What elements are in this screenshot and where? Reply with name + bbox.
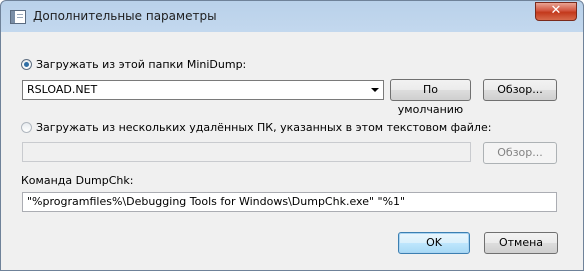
close-button[interactable]: ✕ (535, 2, 577, 21)
remote-option[interactable]: Загружать из нескольких удалённых ПК, ук… (21, 121, 491, 134)
remote-option-label: Загружать из нескольких удалённых ПК, ук… (36, 121, 492, 134)
minidump-option-label: Загружать из этой папки MiniDump: (36, 58, 247, 71)
remote-browse-button[interactable]: Обзор... (483, 142, 557, 164)
dumpchk-command-field[interactable]: "%programfiles%\Debugging Tools for Wind… (22, 192, 557, 212)
dialog-window: Дополнительные параметры ✕ Загружать из … (0, 0, 584, 271)
window-icon (10, 10, 26, 24)
dialog-content: Загружать из этой папки MiniDump: RSLOAD… (9, 32, 575, 261)
minidump-radio[interactable] (21, 59, 32, 70)
dumpchk-label: Команда DumpChk: (21, 174, 134, 187)
minidump-folder-value: RSLOAD.NET (27, 83, 98, 96)
title-bar[interactable]: Дополнительные параметры ✕ (1, 1, 583, 32)
chevron-down-icon[interactable] (371, 88, 379, 92)
default-folder-button[interactable]: По умолчанию (390, 79, 471, 116)
cancel-button[interactable]: Отмена (484, 232, 558, 254)
window-title: Дополнительные параметры (33, 9, 217, 23)
minidump-folder-combobox[interactable]: RSLOAD.NET (22, 80, 384, 100)
remote-file-field[interactable] (22, 142, 471, 162)
remote-radio[interactable] (21, 122, 32, 133)
ok-button[interactable]: OK (398, 232, 470, 254)
minidump-option[interactable]: Загружать из этой папки MiniDump: (21, 58, 246, 71)
minidump-browse-button[interactable]: Обзор... (483, 79, 557, 101)
